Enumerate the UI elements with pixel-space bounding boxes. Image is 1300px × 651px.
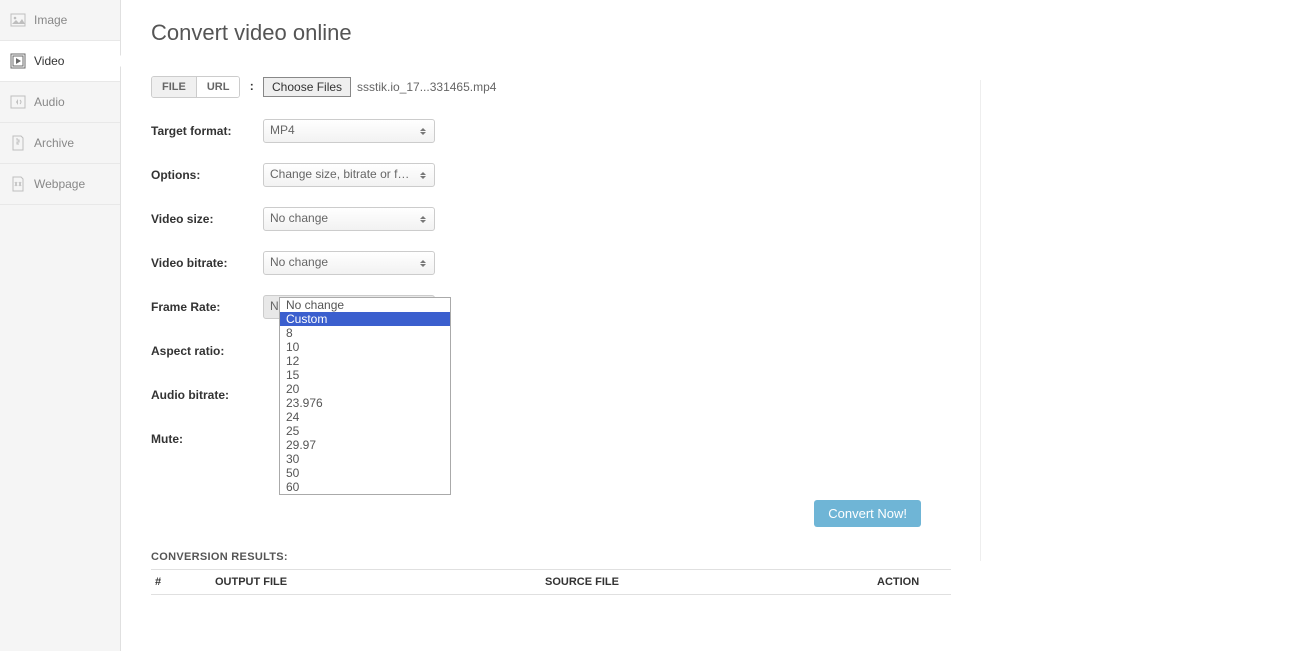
sidebar-item-audio[interactable]: Audio bbox=[0, 82, 120, 123]
results-title: CONVERSION RESULTS: bbox=[151, 551, 951, 563]
image-icon bbox=[10, 12, 26, 28]
results-table: # OUTPUT FILE SOURCE FILE ACTION bbox=[151, 569, 951, 595]
col-action: ACTION bbox=[877, 576, 947, 588]
select-options[interactable]: Change size, bitrate or frame rate bbox=[263, 163, 435, 187]
sidebar: Image Video Audio Archive Webpage bbox=[0, 0, 121, 651]
frame-rate-option[interactable]: 24 bbox=[280, 410, 450, 424]
frame-rate-option[interactable]: 12 bbox=[280, 354, 450, 368]
tab-file[interactable]: FILE bbox=[152, 77, 196, 97]
updown-caret-icon bbox=[416, 166, 430, 184]
sidebar-item-video[interactable]: Video bbox=[0, 41, 120, 82]
label-audio-bitrate: Audio bitrate: bbox=[151, 388, 263, 402]
select-video-size[interactable]: No change bbox=[263, 207, 435, 231]
main-content: Convert video online FILE URL : Choose F… bbox=[121, 0, 981, 615]
video-icon bbox=[10, 53, 26, 69]
sidebar-item-label: Audio bbox=[34, 95, 65, 109]
select-target-format-value: MP4 bbox=[270, 123, 295, 137]
source-label-area: FILE URL : bbox=[151, 76, 263, 98]
sidebar-item-label: Archive bbox=[34, 136, 74, 150]
frame-rate-option[interactable]: 50 bbox=[280, 466, 450, 480]
col-source: SOURCE FILE bbox=[545, 576, 877, 588]
row-video-bitrate: Video bitrate: No change bbox=[151, 250, 951, 276]
frame-rate-option[interactable]: 29.97 bbox=[280, 438, 450, 452]
convert-row: Convert Now! bbox=[151, 500, 951, 527]
choose-files-button[interactable]: Choose Files bbox=[263, 77, 351, 97]
right-divider bbox=[980, 80, 981, 561]
row-options: Options: Change size, bitrate or frame r… bbox=[151, 162, 951, 188]
frame-rate-option[interactable]: 25 bbox=[280, 424, 450, 438]
row-video-size: Video size: No change bbox=[151, 206, 951, 232]
row-frame-rate: Frame Rate: No change bbox=[151, 294, 951, 320]
col-output: OUTPUT FILE bbox=[215, 576, 545, 588]
frame-rate-dropdown[interactable]: No changeCustom81012152023.976242529.973… bbox=[279, 297, 451, 495]
sidebar-item-label: Video bbox=[34, 54, 64, 68]
source-tabs: FILE URL bbox=[151, 76, 240, 98]
select-video-size-value: No change bbox=[270, 211, 328, 225]
frame-rate-option[interactable]: No change bbox=[280, 298, 450, 312]
convert-button[interactable]: Convert Now! bbox=[814, 500, 921, 527]
results-header-row: # OUTPUT FILE SOURCE FILE ACTION bbox=[151, 570, 951, 594]
label-frame-rate: Frame Rate: bbox=[151, 300, 263, 314]
sidebar-item-webpage[interactable]: Webpage bbox=[0, 164, 120, 205]
frame-rate-option[interactable]: 15 bbox=[280, 368, 450, 382]
row-aspect-ratio: Aspect ratio: bbox=[151, 338, 951, 364]
sidebar-item-archive[interactable]: Archive bbox=[0, 123, 120, 164]
updown-caret-icon bbox=[416, 254, 430, 272]
frame-rate-option[interactable]: 10 bbox=[280, 340, 450, 354]
frame-rate-option[interactable]: 60 bbox=[280, 480, 450, 494]
frame-rate-option[interactable]: 30 bbox=[280, 452, 450, 466]
select-options-value: Change size, bitrate or frame rate bbox=[270, 167, 435, 181]
label-options: Options: bbox=[151, 168, 263, 182]
sidebar-item-image[interactable]: Image bbox=[0, 0, 120, 41]
frame-rate-option[interactable]: 20 bbox=[280, 382, 450, 396]
select-video-bitrate[interactable]: No change bbox=[263, 251, 435, 275]
source-colon: : bbox=[250, 79, 254, 93]
selected-filename: ssstik.io_17...331465.mp4 bbox=[357, 80, 496, 94]
row-source: FILE URL : Choose Files ssstik.io_17...3… bbox=[151, 74, 951, 100]
frame-rate-option[interactable]: 23.976 bbox=[280, 396, 450, 410]
row-mute: Mute: bbox=[151, 426, 951, 452]
frame-rate-option[interactable]: 8 bbox=[280, 326, 450, 340]
audio-icon bbox=[10, 94, 26, 110]
archive-icon bbox=[10, 135, 26, 151]
sidebar-item-label: Webpage bbox=[34, 177, 85, 191]
label-mute: Mute: bbox=[151, 432, 263, 446]
label-video-size: Video size: bbox=[151, 212, 263, 226]
select-video-bitrate-value: No change bbox=[270, 255, 328, 269]
webpage-icon bbox=[10, 176, 26, 192]
label-aspect-ratio: Aspect ratio: bbox=[151, 344, 263, 358]
row-target-format: Target format: MP4 bbox=[151, 118, 951, 144]
select-target-format[interactable]: MP4 bbox=[263, 119, 435, 143]
col-index: # bbox=[155, 576, 215, 588]
updown-caret-icon bbox=[416, 122, 430, 140]
sidebar-item-label: Image bbox=[34, 13, 67, 27]
row-audio-bitrate: Audio bitrate: bbox=[151, 382, 951, 408]
frame-rate-option[interactable]: Custom bbox=[280, 312, 450, 326]
label-video-bitrate: Video bitrate: bbox=[151, 256, 263, 270]
page-title: Convert video online bbox=[151, 20, 951, 46]
tab-url[interactable]: URL bbox=[196, 77, 240, 97]
updown-caret-icon bbox=[416, 210, 430, 228]
label-target-format: Target format: bbox=[151, 124, 263, 138]
